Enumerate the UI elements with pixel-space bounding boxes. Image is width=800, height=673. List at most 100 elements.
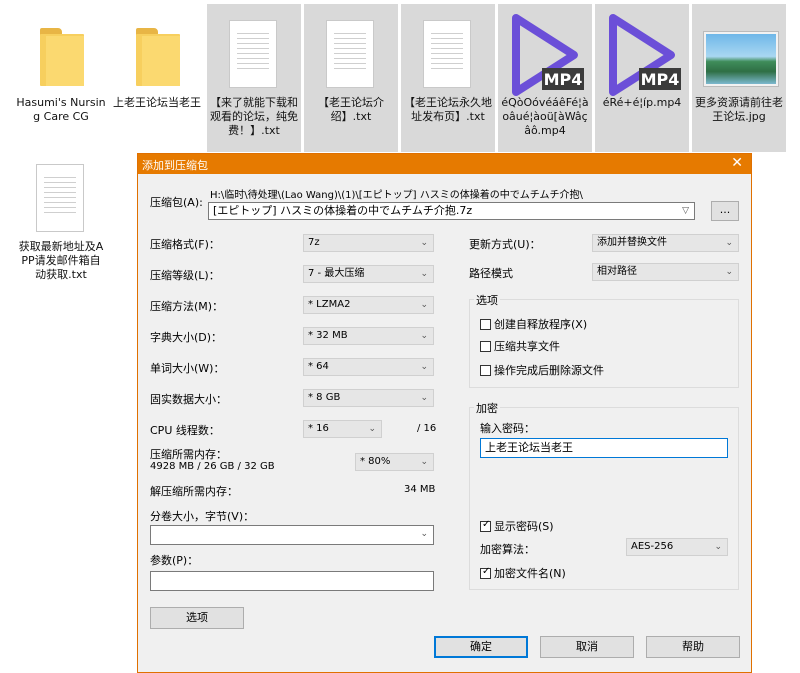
- checkbox-box: [480, 365, 491, 376]
- add-to-archive-dialog: 添加到压缩包 ✕ 压缩包(A): H:\临时\待处理\(Lao Wang)\(1…: [137, 153, 752, 673]
- chevron-down-icon: ⌄: [368, 424, 376, 434]
- cancel-button[interactable]: 取消: [540, 636, 634, 658]
- archive-label: 压缩包(A):: [150, 196, 203, 209]
- chevron-down-icon: ⌄: [420, 457, 428, 467]
- archive-path: H:\临时\待处理\(Lao Wang)\(1)\[エピトップ] ハスミの体操着…: [210, 190, 583, 201]
- file-tile[interactable]: 【老王论坛永久地址发布页】.txt: [401, 4, 495, 152]
- encryption-group-title: 加密: [474, 400, 500, 416]
- parameters-input[interactable]: [150, 571, 434, 591]
- checkbox-box: [480, 319, 491, 330]
- chevron-down-icon: ⌄: [725, 267, 733, 277]
- file-tile[interactable]: 更多资源请前往老王论坛.jpg: [692, 4, 786, 152]
- memory-usage-value: * 80%: [360, 456, 391, 467]
- chevron-down-icon: ⌄: [420, 238, 428, 248]
- update-mode-label: 更新方式(U)：: [469, 238, 541, 251]
- file-name: Hasumi's Nursing Care CG: [16, 96, 106, 123]
- checkbox-box: ✓: [480, 566, 491, 579]
- password-label: 输入密码：: [480, 422, 535, 435]
- file-tile[interactable]: MP4 éQòOóvéáêFé¦àoâué¦àoü[àWâçâô.mp4: [498, 4, 592, 152]
- method-value: * LZMA2: [308, 299, 351, 310]
- chevron-down-icon: ⌄: [420, 269, 428, 279]
- encryption-method-select[interactable]: AES-256 ⌄: [626, 538, 728, 556]
- memory-label: 压缩所需内存：: [150, 448, 227, 461]
- memory-detail: 4928 MB / 26 GB / 32 GB: [150, 461, 275, 472]
- image-file-icon: [692, 10, 786, 92]
- file-name: 获取最新地址及APP请发邮件箱自动获取.txt: [18, 240, 104, 281]
- cpu-threads-label: CPU 线程数：: [150, 424, 220, 437]
- file-tile[interactable]: 【老王论坛介绍】.txt: [304, 4, 398, 152]
- mp4-icon: MP4: [595, 10, 689, 96]
- chevron-down-icon: ⌄: [420, 529, 428, 539]
- format-value: 7z: [308, 237, 320, 248]
- dictionary-label: 字典大小(D)：: [150, 331, 223, 344]
- file-name: éRé+é¦íp.mp4: [602, 96, 682, 109]
- split-size-label: 分卷大小，字节(V)：: [150, 510, 255, 523]
- split-size-combo[interactable]: ⌄: [150, 525, 434, 545]
- file-name: 【老王论坛介绍】.txt: [318, 96, 384, 123]
- level-label: 压缩等级(L)：: [150, 269, 220, 282]
- solid-block-value: * 8 GB: [308, 392, 341, 403]
- format-select[interactable]: 7z ⌄: [303, 234, 434, 252]
- encryption-method-value: AES-256: [631, 541, 674, 552]
- text-file-icon: [207, 10, 301, 92]
- mp4-icon: MP4: [498, 10, 592, 96]
- svg-text:MP4: MP4: [544, 70, 583, 89]
- folder-icon: [14, 10, 108, 92]
- file-name: éQòOóvéáêFé¦àoâué¦àoü[àWâçâô.mp4: [501, 96, 589, 137]
- dialog-titlebar[interactable]: 添加到压缩包 ✕: [138, 154, 751, 174]
- cpu-threads-select[interactable]: * 16 ⌄: [303, 420, 382, 438]
- solid-block-select[interactable]: * 8 GB ⌄: [303, 389, 434, 407]
- password-input[interactable]: 上老王论坛当老王: [480, 438, 728, 458]
- delete-after-checkbox[interactable]: 操作完成后删除源文件: [480, 362, 604, 378]
- cpu-threads-value: * 16: [308, 423, 329, 434]
- chevron-down-icon: ⌄: [420, 300, 428, 310]
- compress-shared-checkbox[interactable]: 压缩共享文件: [480, 338, 560, 354]
- archive-name-combo[interactable]: [エピトップ] ハスミの体操着の中でムチムチ介抱.7z ▽: [208, 202, 695, 220]
- chevron-down-icon: ⌄: [714, 542, 722, 552]
- create-sfx-label: 创建自释放程序(X): [494, 318, 588, 331]
- text-file-icon: [401, 10, 495, 92]
- file-name: 【来了就能下载和观看的论坛，纯免费！】.txt: [210, 96, 298, 137]
- chevron-down-icon: ▽: [682, 206, 689, 216]
- delete-after-label: 操作完成后删除源文件: [494, 364, 604, 377]
- parameters-label: 参数(P)：: [150, 554, 199, 567]
- level-value: 7 - 最大压缩: [308, 268, 365, 279]
- chevron-down-icon: ⌄: [725, 238, 733, 248]
- close-icon[interactable]: ✕: [731, 155, 743, 171]
- check-icon: ✓: [482, 566, 491, 577]
- dictionary-select[interactable]: * 32 MB ⌄: [303, 327, 434, 345]
- check-icon: ✓: [482, 519, 491, 530]
- file-tile[interactable]: 【来了就能下载和观看的论坛，纯免费！】.txt: [207, 4, 301, 152]
- help-button[interactable]: 帮助: [646, 636, 740, 658]
- file-name: 【老王论坛永久地址发布页】.txt: [404, 96, 492, 123]
- text-file-icon: [304, 10, 398, 92]
- browse-button[interactable]: ...: [711, 201, 739, 221]
- level-select[interactable]: 7 - 最大压缩 ⌄: [303, 265, 434, 283]
- encrypt-names-label: 加密文件名(N): [494, 567, 566, 580]
- memory-usage-select[interactable]: * 80% ⌄: [355, 453, 434, 471]
- create-sfx-checkbox[interactable]: 创建自释放程序(X): [480, 316, 587, 332]
- encrypt-names-checkbox[interactable]: ✓ 加密文件名(N): [480, 565, 566, 581]
- format-label: 压缩格式(F)：: [150, 238, 220, 251]
- word-size-select[interactable]: * 64 ⌄: [303, 358, 434, 376]
- file-tile[interactable]: 获取最新地址及APP请发邮件箱自动获取.txt: [14, 148, 108, 296]
- chevron-down-icon: ⌄: [420, 362, 428, 372]
- show-password-checkbox[interactable]: ✓ 显示密码(S): [480, 518, 554, 534]
- path-mode-select[interactable]: 相对路径 ⌄: [592, 263, 739, 281]
- checkbox-box: ✓: [480, 519, 491, 532]
- word-size-label: 单词大小(W)：: [150, 362, 225, 375]
- file-tile[interactable]: MP4 éRé+é¦íp.mp4: [595, 4, 689, 152]
- encryption-method-label: 加密算法：: [480, 543, 535, 556]
- svg-text:MP4: MP4: [641, 70, 680, 89]
- compress-shared-label: 压缩共享文件: [494, 340, 560, 353]
- solid-block-label: 固实数据大小：: [150, 393, 227, 406]
- file-tile[interactable]: 上老王论坛当老王: [110, 4, 204, 152]
- file-tile[interactable]: Hasumi's Nursing Care CG: [14, 4, 108, 152]
- update-mode-select[interactable]: 添加并替换文件 ⌄: [592, 234, 739, 252]
- chevron-down-icon: ⌄: [420, 331, 428, 341]
- checkbox-box: [480, 341, 491, 352]
- options-button[interactable]: 选项: [150, 607, 244, 629]
- method-select[interactable]: * LZMA2 ⌄: [303, 296, 434, 314]
- ok-button[interactable]: 确定: [434, 636, 528, 658]
- decompress-memory-value: 34 MB: [404, 484, 436, 495]
